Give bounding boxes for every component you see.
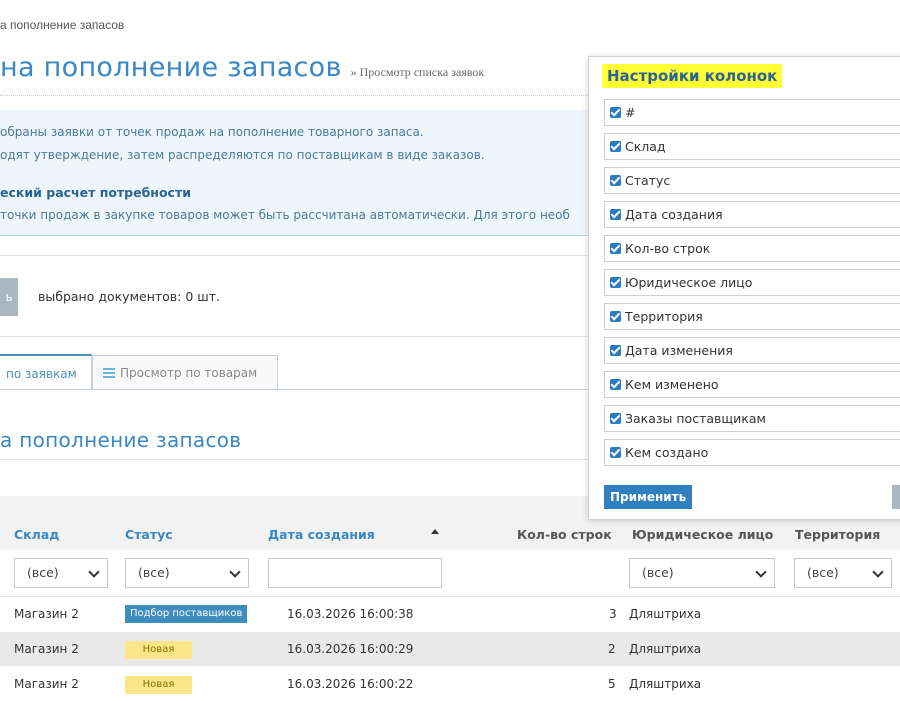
info-box: обраны заявки от точек продаж на пополне…: [0, 110, 590, 236]
tab-label: Просмотр по товарам: [120, 366, 258, 380]
status-badge: Подбор поставщиков: [125, 605, 248, 623]
checkbox-checked-icon[interactable]: [610, 141, 621, 152]
column-option[interactable]: Дата изменения: [604, 337, 900, 364]
territory-filter[interactable]: (все): [794, 558, 892, 588]
info-line-1: обраны заявки от точек продаж на пополне…: [0, 125, 424, 139]
page-title: на пополнение запасов » Просмотр списка …: [0, 52, 484, 83]
column-settings-popup: Настройки колонок # Склад Статус Дата со…: [588, 56, 900, 520]
column-header-legal-entity[interactable]: Юридическое лицо: [632, 527, 773, 542]
table-row[interactable]: Магазин 2 Подбор поставщиков 16.03.2026 …: [0, 597, 900, 631]
checkbox-checked-icon[interactable]: [610, 277, 621, 288]
divider: [0, 459, 590, 460]
divider: [0, 255, 590, 256]
column-option[interactable]: Кем создано: [604, 439, 900, 466]
checkbox-checked-icon[interactable]: [610, 413, 621, 424]
cell-created: 16.03.2026 16:00:29: [287, 642, 414, 656]
checkbox-checked-icon[interactable]: [610, 447, 621, 458]
cell-legal-entity: Дляштриха: [629, 607, 702, 621]
filter-row: (все) (все) (все) (все): [0, 550, 900, 597]
cell-warehouse: Магазин 2: [14, 677, 79, 691]
column-settings-title: Настройки колонок: [602, 64, 783, 88]
cell-warehouse: Магазин 2: [14, 607, 79, 621]
cell-legal-entity: Дляштриха: [629, 677, 702, 691]
chevron-down-icon: [872, 566, 884, 578]
column-header-status[interactable]: Статус: [125, 527, 173, 542]
column-option-label: Статус: [625, 173, 671, 188]
filter-value: (все): [642, 565, 674, 580]
cell-lines: 5: [608, 677, 616, 691]
column-option[interactable]: Заказы поставщикам: [604, 405, 900, 432]
divider: [0, 95, 590, 96]
status-filter[interactable]: (все): [125, 558, 249, 588]
column-option-label: Кем изменено: [625, 377, 719, 392]
created-date-filter[interactable]: [268, 558, 442, 588]
column-option-label: Юридическое лицо: [625, 275, 753, 290]
column-option[interactable]: Территория: [604, 303, 900, 330]
page-title-text: на пополнение запасов: [0, 52, 342, 83]
section-title: а пополнение запасов: [0, 428, 242, 452]
chevron-down-icon: [88, 566, 100, 578]
checkbox-checked-icon[interactable]: [610, 379, 621, 390]
column-header-lines[interactable]: Кол-во строк: [517, 527, 612, 542]
column-option[interactable]: Кол-во строк: [604, 235, 900, 262]
filter-value: (все): [807, 565, 839, 580]
info-heading: еский расчет потребности: [0, 185, 191, 200]
warehouse-filter[interactable]: (все): [14, 558, 108, 588]
column-header-created[interactable]: Дата создания: [268, 527, 375, 542]
column-header-territory[interactable]: Территория: [795, 527, 880, 542]
status-badge: Новая: [125, 641, 192, 659]
chevron-down-icon: [229, 566, 241, 578]
checkbox-checked-icon[interactable]: [610, 243, 621, 254]
column-header-warehouse[interactable]: Склад: [14, 527, 59, 542]
checkbox-checked-icon[interactable]: [610, 107, 621, 118]
cell-lines: 3: [609, 607, 617, 621]
cell-lines: 2: [608, 642, 616, 656]
column-option[interactable]: Склад: [604, 133, 900, 160]
tab-by-products[interactable]: Просмотр по товарам: [92, 355, 278, 389]
table-row[interactable]: Магазин 2 Новая 16.03.2026 16:00:22 5 Дл…: [0, 667, 900, 701]
column-option-label: Кол-во строк: [625, 241, 711, 256]
info-line-3: точки продаж в закупке товаров может быт…: [0, 208, 570, 222]
chevron-down-icon: [755, 566, 767, 578]
tab-divider: [0, 389, 590, 390]
table-row[interactable]: Магазин 2 Новая 16.03.2026 16:00:29 2 Дл…: [0, 632, 900, 666]
info-line-2: одят утверждение, затем распределяются п…: [0, 148, 485, 162]
column-option-label: Заказы поставщикам: [625, 411, 766, 426]
cell-created: 16.03.2026 16:00:22: [287, 677, 414, 691]
checkbox-checked-icon[interactable]: [610, 209, 621, 220]
status-badge: Новая: [125, 676, 192, 694]
selected-count: выбрано документов: 0 шт.: [38, 289, 220, 304]
filter-value: (все): [27, 565, 59, 580]
column-option-label: Кем создано: [625, 445, 709, 460]
column-option-label: Склад: [625, 139, 666, 154]
cell-created: 16.03.2026 16:00:38: [287, 607, 414, 621]
column-option-label: Дата изменения: [625, 343, 733, 358]
divider: [0, 336, 590, 337]
page-subtitle: » Просмотр списка заявок: [350, 65, 485, 79]
apply-button[interactable]: Применить: [604, 485, 693, 509]
list-icon: [103, 368, 115, 378]
legal-entity-filter[interactable]: (все): [629, 558, 775, 588]
column-option[interactable]: #: [604, 99, 900, 126]
column-option[interactable]: Юридическое лицо: [604, 269, 900, 296]
column-option[interactable]: Дата создания: [604, 201, 900, 228]
column-option[interactable]: Кем изменено: [604, 371, 900, 398]
checkbox-checked-icon[interactable]: [610, 175, 621, 186]
action-button[interactable]: ь: [0, 278, 18, 316]
cell-legal-entity: Дляштриха: [629, 642, 702, 656]
sort-asc-icon[interactable]: [431, 529, 439, 534]
checkbox-checked-icon[interactable]: [610, 311, 621, 322]
checkbox-checked-icon[interactable]: [610, 345, 621, 356]
filter-value: (все): [138, 565, 170, 580]
breadcrumb[interactable]: а пополнение запасов: [0, 18, 124, 32]
secondary-button[interactable]: [892, 485, 900, 509]
column-option[interactable]: Статус: [604, 167, 900, 194]
cell-warehouse: Магазин 2: [14, 642, 79, 656]
column-option-label: Дата создания: [625, 207, 723, 222]
column-option-label: #: [625, 105, 636, 120]
tab-by-requests[interactable]: по заявкам: [0, 354, 92, 390]
column-option-label: Территория: [625, 309, 703, 324]
